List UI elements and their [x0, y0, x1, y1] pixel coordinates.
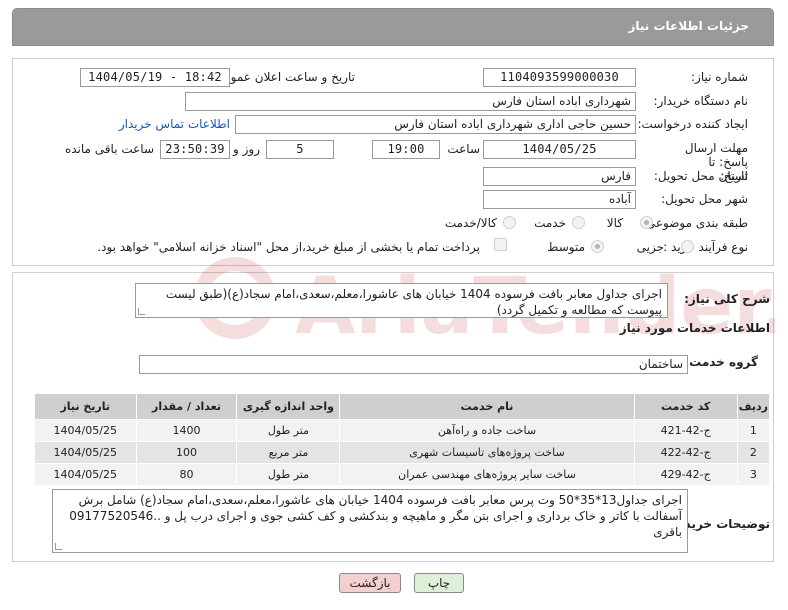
buyer-notes-textarea[interactable]: اجرای جداول13*35*50 وت پرس معابر بافت فر… — [52, 489, 688, 553]
remaining-time-field: 23:50:39 — [160, 140, 230, 159]
resize-handle-icon[interactable] — [55, 543, 62, 550]
service-group-field: ساختمان — [139, 355, 688, 374]
days-label: روز و — [233, 142, 260, 156]
print-button[interactable]: چاپ — [414, 573, 464, 593]
cell-row: 2 — [736, 441, 771, 464]
announce-field: 1404/05/19 - 18:42 — [80, 68, 230, 87]
purchase-option-medium: متوسط — [547, 240, 585, 254]
service-group-label: گروه خدمت: — [684, 355, 758, 369]
treasury-checkbox[interactable] — [494, 238, 507, 251]
category-label: طبقه بندی موضوعی: — [641, 216, 748, 230]
buyer-notes-text: اجرای جداول13*35*50 وت پرس معابر بافت فر… — [69, 493, 682, 539]
page-header: جزئیات اطلاعات نیاز — [12, 8, 774, 46]
cell-code: ج-42-429 — [633, 463, 738, 486]
table-row: 3 ج-42-429 ساخت سایر پروژه‌های مهندسی عم… — [34, 463, 771, 486]
services-table-header: ردیف کد خدمت نام خدمت واحد اندازه گیری ت… — [34, 393, 771, 420]
summary-text: اجرای جداول معابر بافت فرسوده 1404 خیابا… — [165, 287, 662, 317]
col-name: نام خدمت — [339, 393, 635, 420]
days-field: 5 — [266, 140, 334, 159]
cell-quantity: 100 — [135, 441, 238, 464]
services-table: ردیف کد خدمت نام خدمت واحد اندازه گیری ت… — [34, 393, 771, 486]
deadline-date-field: 1404/05/25 — [483, 140, 636, 159]
category-option-service: خدمت — [534, 216, 566, 230]
cell-row: 3 — [736, 463, 771, 486]
city-label: شهر محل تحویل: — [661, 192, 748, 206]
col-code: کد خدمت — [633, 393, 738, 420]
services-section-title: اطلاعات خدمات مورد نیاز — [619, 321, 770, 335]
province-field: فارس — [483, 167, 636, 186]
category-radio-goods-service[interactable] — [503, 216, 516, 229]
col-quantity: تعداد / مقدار — [135, 393, 238, 420]
cell-quantity: 80 — [135, 463, 238, 486]
category-option-goods-service: کالا/خدمت — [444, 216, 497, 230]
summary-label: شرح کلی نیاز: — [684, 292, 770, 306]
buyer-org-label: نام دستگاه خریدار: — [653, 94, 749, 108]
cell-unit: متر مربع — [236, 441, 341, 464]
table-row: 2 ج-42-422 ساخت پروژه‌های تاسیسات شهری م… — [34, 441, 771, 464]
purchase-radio-minor[interactable] — [681, 240, 694, 253]
purchase-radio-medium[interactable] — [591, 240, 604, 253]
cell-name: ساخت جاده و راه‌آهن — [339, 419, 635, 442]
purchase-option-minor: جزیی — [636, 240, 664, 254]
province-label: استان محل تحویل: — [653, 169, 748, 183]
need-number-label: شماره نیاز: — [691, 70, 748, 84]
requester-field: حسین حاجی اداری شهرداری اباده استان فارس — [235, 115, 636, 134]
col-date: تاریخ نیاز — [34, 393, 137, 420]
col-unit: واحد اندازه گیری — [236, 393, 341, 420]
need-info-panel — [12, 58, 774, 266]
cell-quantity: 1400 — [135, 419, 238, 442]
summary-textarea[interactable]: اجرای جداول معابر بافت فرسوده 1404 خیابا… — [135, 283, 668, 318]
col-row: ردیف — [736, 393, 771, 420]
buyer-contact-link[interactable]: اطلاعات تماس خریدار — [119, 117, 230, 131]
category-radio-service[interactable] — [572, 216, 585, 229]
table-row: 1 ج-42-421 ساخت جاده و راه‌آهن متر طول 1… — [34, 419, 771, 442]
treasury-note: پرداخت تمام یا بخشی از مبلغ خرید،از محل … — [97, 240, 480, 254]
page-title: جزئیات اطلاعات نیاز — [628, 19, 749, 33]
city-field: آباده — [483, 190, 636, 209]
cell-date: 1404/05/25 — [34, 463, 137, 486]
requester-label: ایجاد کننده درخواست: — [637, 117, 748, 131]
announce-label: تاریخ و ساعت اعلان عمومی: — [210, 70, 355, 84]
need-number-field: 1104093599000030 — [483, 68, 636, 87]
cell-code: ج-42-421 — [633, 419, 738, 442]
cell-code: ج-42-422 — [633, 441, 738, 464]
cell-unit: متر طول — [236, 419, 341, 442]
cell-row: 1 — [736, 419, 771, 442]
category-radio-goods[interactable] — [640, 216, 653, 229]
remaining-label: ساعت باقی مانده — [64, 142, 154, 156]
purchase-type-label: نوع فرآیند خرید : — [663, 240, 748, 254]
category-option-goods: کالا — [606, 216, 623, 230]
cell-unit: متر طول — [236, 463, 341, 486]
back-button[interactable]: بازگشت — [339, 573, 401, 593]
cell-name: ساخت پروژه‌های تاسیسات شهری — [339, 441, 635, 464]
cell-date: 1404/05/25 — [34, 419, 137, 442]
deadline-time-field: 19:00 — [372, 140, 440, 159]
resize-handle-icon[interactable] — [138, 308, 145, 315]
cell-name: ساخت سایر پروژه‌های مهندسی عمران — [339, 463, 635, 486]
deadline-time-label: ساعت — [447, 142, 480, 156]
cell-date: 1404/05/25 — [34, 441, 137, 464]
buyer-org-field: شهرداری اباده استان فارس — [185, 92, 636, 111]
